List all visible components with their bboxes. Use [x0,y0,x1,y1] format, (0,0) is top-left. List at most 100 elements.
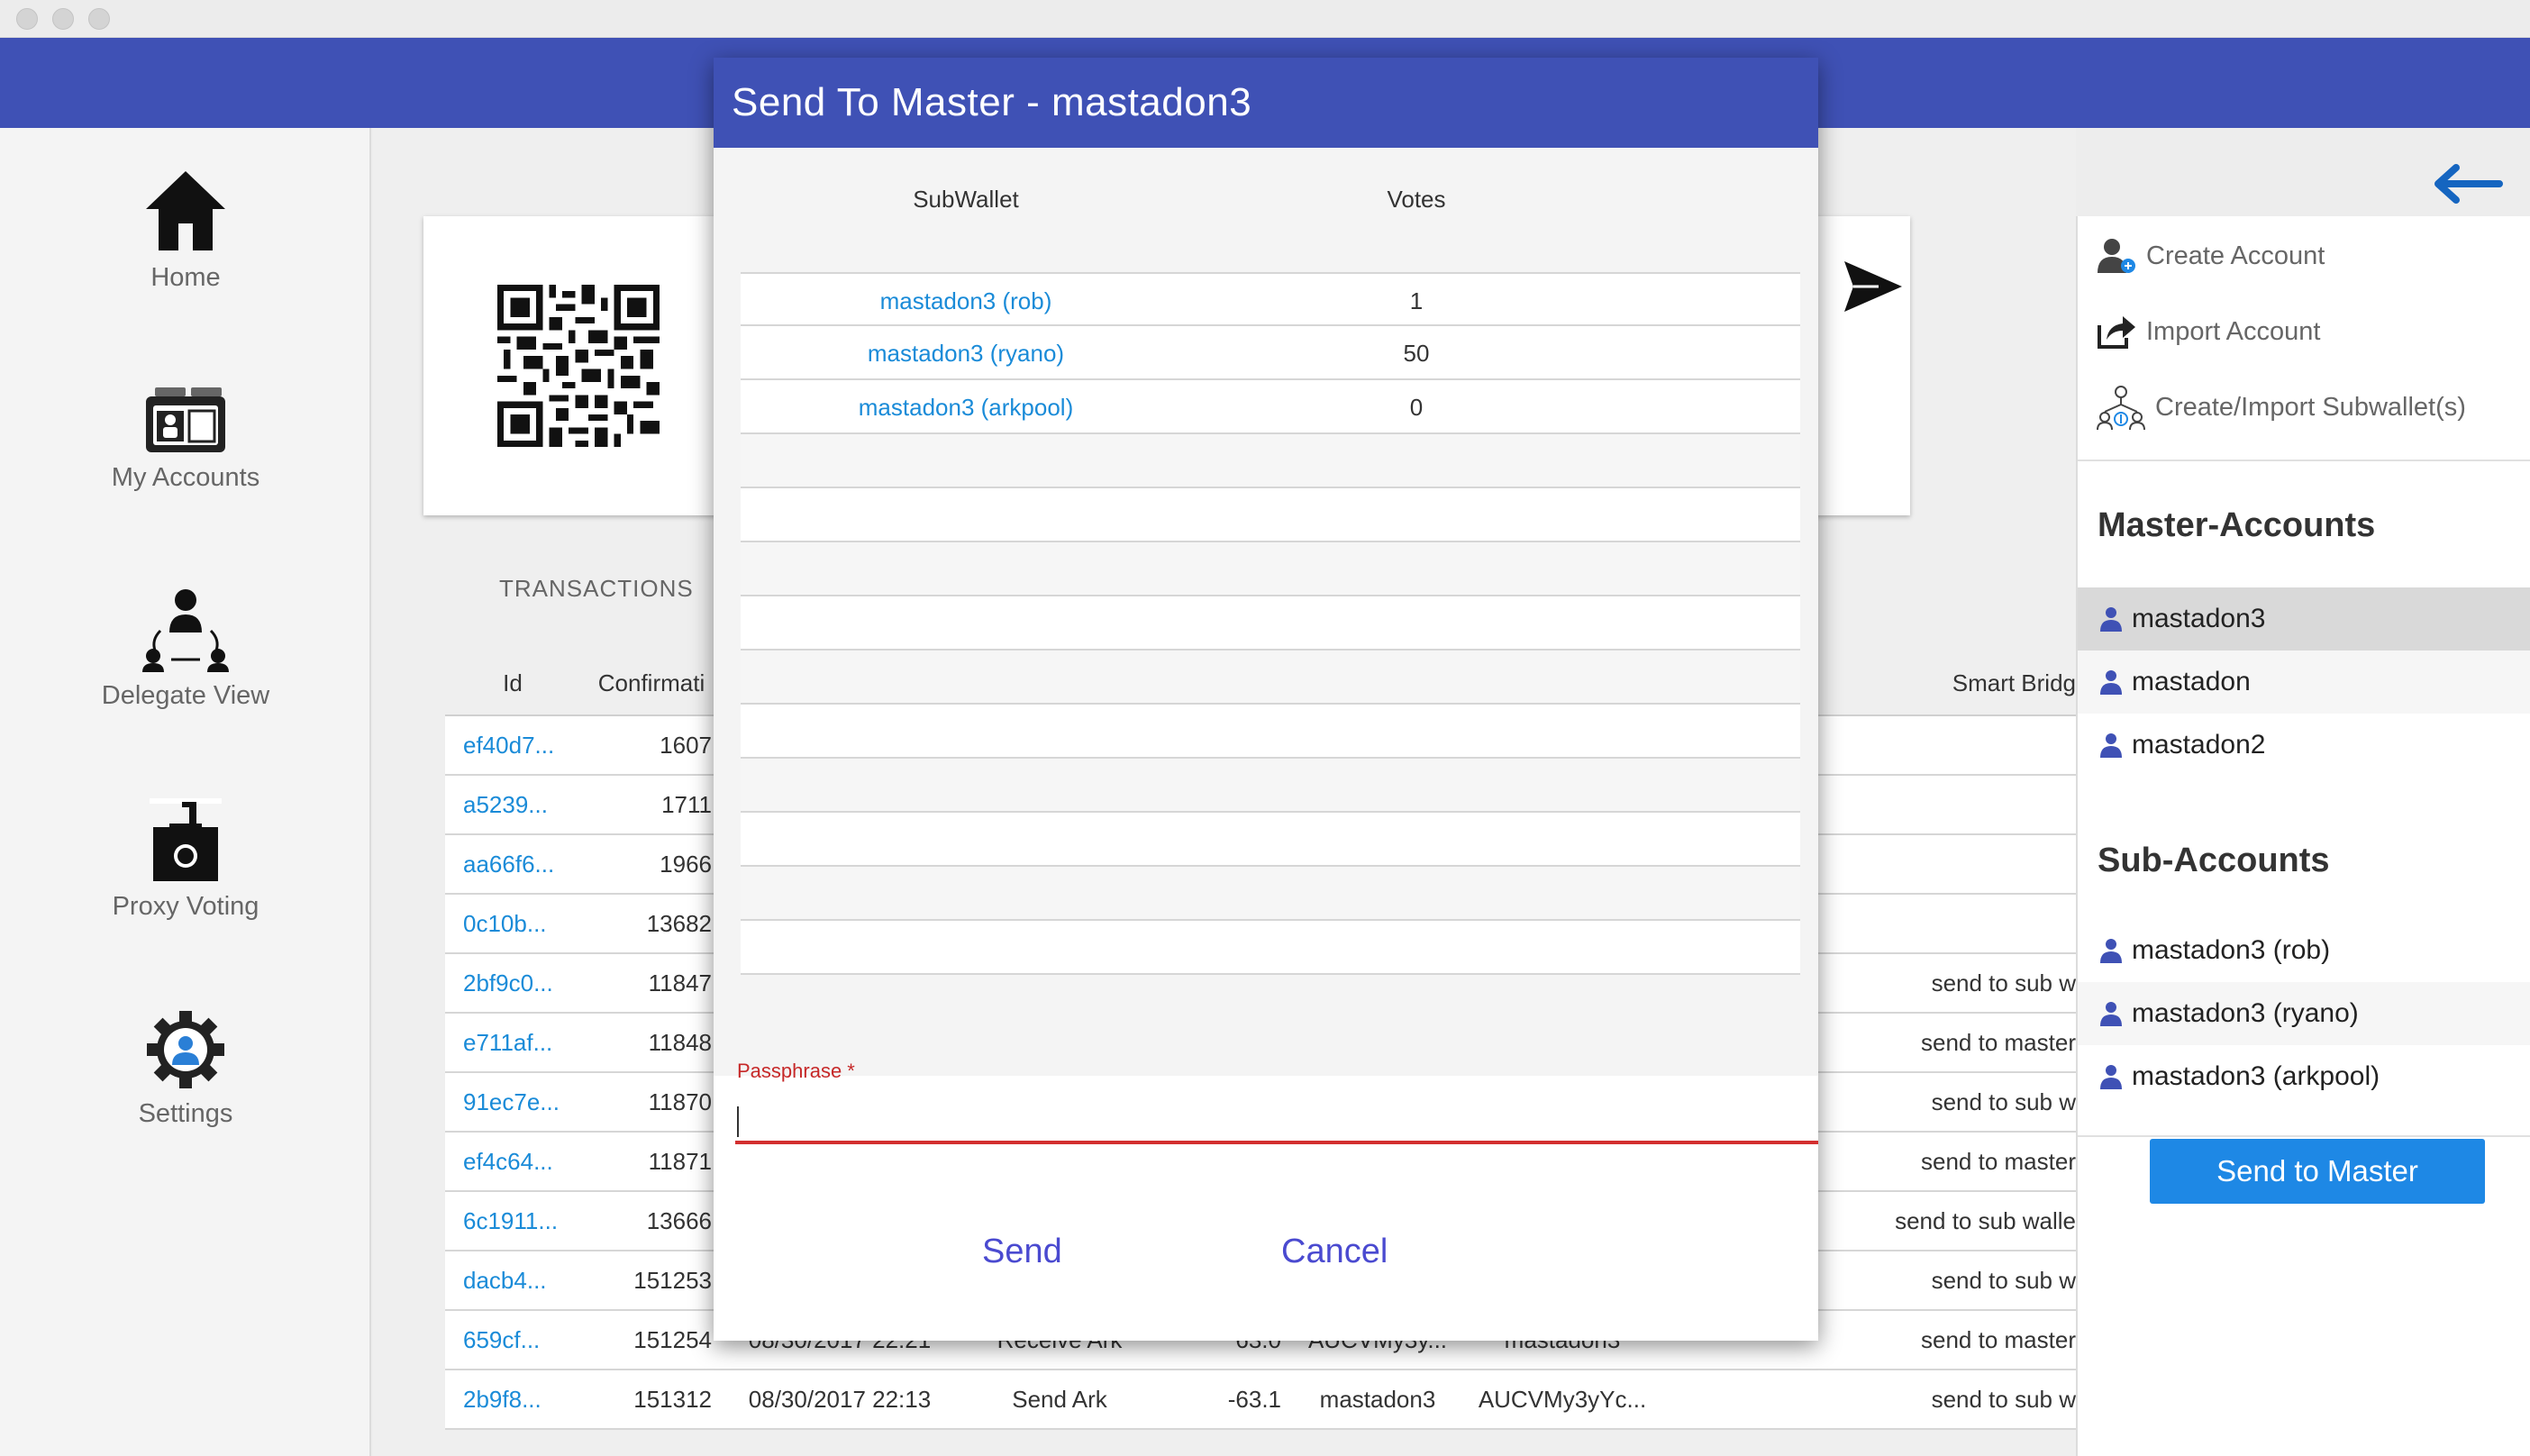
subwallet-row[interactable]: mastadon3 (ryano) 50 [741,326,1800,380]
send-icon[interactable] [1843,259,1904,314]
import-account-label: Import Account [2146,316,2321,346]
table-row[interactable]: 2b9f8... 151312 08/30/2017 22:13 Send Ark -6… [445,1370,2076,1430]
tx-id[interactable]: dacb4... [445,1251,580,1311]
nav-my-accounts[interactable]: My Accounts [0,386,371,493]
user-icon [2100,733,2122,758]
subwallet-votes: 0 [1409,393,1424,421]
empty-row [741,921,1800,975]
subwallet-votes: 50 [1403,339,1430,367]
create-import-subwallets-button[interactable]: Create/Import Subwallet(s) [2096,380,2466,434]
subwallet-name[interactable]: mastadon3 (ryano) [741,326,1191,380]
empty-row [741,542,1800,596]
dialog-title: Send To Master - mastadon3 [714,58,1818,148]
empty-row [741,651,1800,705]
passphrase-input[interactable] [735,1094,1818,1144]
tx-type: Send Ark [957,1370,1162,1430]
master-account-item[interactable]: mastadon [2078,651,2530,714]
account-panel: Create Account Import Account Create/Imp… [2076,216,2530,1456]
ballot-box-icon [150,798,222,881]
tx-confirmations: 1607 [580,715,723,776]
master-accounts-heading: Master-Accounts [2098,506,2376,544]
sub-account-label: mastadon3 (ryano) [2132,998,2359,1028]
tx-confirmations: 11870 [580,1072,723,1133]
tx-id[interactable]: 0c10b... [445,894,580,954]
send-to-master-dialog: Send To Master - mastadon3 SubWallet Vot… [714,58,1818,1341]
share-export-icon [2098,316,2135,349]
tx-confirmations: 1966 [580,834,723,895]
tx-id[interactable]: 659cf... [445,1310,580,1370]
nav-delegate-view[interactable]: Delegate View [0,586,371,711]
master-account-item[interactable]: mastadon3 [2078,587,2530,651]
zoom-window-button[interactable] [88,8,110,30]
col-confirmations[interactable]: Confirmati [580,652,723,716]
col-subwallet: SubWallet [913,186,1019,213]
user-icon [2100,607,2122,632]
tx-confirmations: 13666 [580,1191,723,1251]
subwallet-votes: 1 [1409,287,1424,314]
panel-divider [2078,460,2530,461]
cancel-button[interactable]: Cancel [1281,1233,1388,1271]
tx-confirmations: 11871 [580,1132,723,1192]
tx-to: AUCVMy3yYc... [1463,1370,1661,1430]
master-account-label: mastadon2 [2132,730,2266,760]
close-window-button[interactable] [16,8,38,30]
minimize-window-button[interactable] [52,8,74,30]
tx-amount: -63.1 [1162,1370,1292,1430]
tx-confirmations: 1711 [580,775,723,835]
sub-accounts-heading: Sub-Accounts [2098,842,2330,879]
tx-confirmations: 151254 [580,1310,723,1370]
sub-account-item[interactable]: mastadon3 (arkpool) [2078,1045,2530,1108]
tx-id[interactable]: e711af... [445,1013,580,1073]
master-account-item[interactable]: mastadon2 [2078,714,2530,777]
nav-my-accounts-label: My Accounts [111,463,260,492]
subwallet-row[interactable]: mastadon3 (arkpool) 0 [741,380,1800,434]
gear-user-icon [147,1011,224,1088]
nav-proxy-voting[interactable]: Proxy Voting [0,796,371,922]
nav-settings[interactable]: Settings [0,1009,371,1129]
passphrase-label: Passphrase * [737,1060,855,1082]
tx-date: 08/30/2017 22:13 [723,1370,957,1430]
nav-delegate-view-label: Delegate View [101,681,270,710]
tx-id[interactable]: 2b9f8... [445,1370,580,1430]
user-icon [2100,670,2122,695]
send-to-master-button[interactable]: Send to Master [2150,1139,2485,1204]
back-arrow-icon[interactable] [2434,164,2503,204]
empty-row [741,759,1800,813]
tx-confirmations: 151312 [580,1370,723,1430]
tx-id[interactable]: 6c1911... [445,1191,580,1251]
empty-row [741,813,1800,867]
tx-id[interactable]: 91ec7e... [445,1072,580,1133]
sub-account-item[interactable]: mastadon3 (rob) [2078,919,2530,982]
tx-confirmations: 11847 [580,953,723,1014]
tx-confirmations: 151253 [580,1251,723,1311]
tx-id[interactable]: 2bf9c0... [445,953,580,1014]
subwallet-row[interactable]: mastadon3 (rob) 1 [741,272,1800,326]
add-user-icon [2098,239,2135,273]
tx-id[interactable]: aa66f6... [445,834,580,895]
nav-settings-label: Settings [138,1099,233,1128]
import-account-button[interactable]: Import Account [2096,305,2320,359]
nav-home[interactable]: Home [0,168,371,293]
subwallet-name[interactable]: mastadon3 (arkpool) [741,380,1191,434]
empty-row [741,596,1800,651]
tx-id[interactable]: a5239... [445,775,580,835]
user-icon [2100,1065,2122,1089]
qr-code [497,285,660,447]
sub-account-item[interactable]: mastadon3 (ryano) [2078,982,2530,1045]
tx-id[interactable]: ef40d7... [445,715,580,776]
create-account-label: Create Account [2146,241,2325,270]
user-icon [2100,1002,2122,1026]
master-account-label: mastadon [2132,667,2251,696]
create-account-button[interactable]: Create Account [2096,229,2325,283]
tx-id[interactable]: ef4c64... [445,1132,580,1192]
transactions-title: TRANSACTIONS [499,575,694,602]
send-button[interactable]: Send [982,1233,1062,1271]
tx-confirmations: 11848 [580,1013,723,1073]
tx-from: mastadon3 [1292,1370,1463,1430]
empty-row [741,488,1800,542]
col-id[interactable]: Id [445,652,580,716]
delegate-network-icon [142,589,229,672]
user-icon [2100,939,2122,963]
sub-account-label: mastadon3 (arkpool) [2132,1061,2380,1091]
subwallet-name[interactable]: mastadon3 (rob) [741,274,1191,328]
